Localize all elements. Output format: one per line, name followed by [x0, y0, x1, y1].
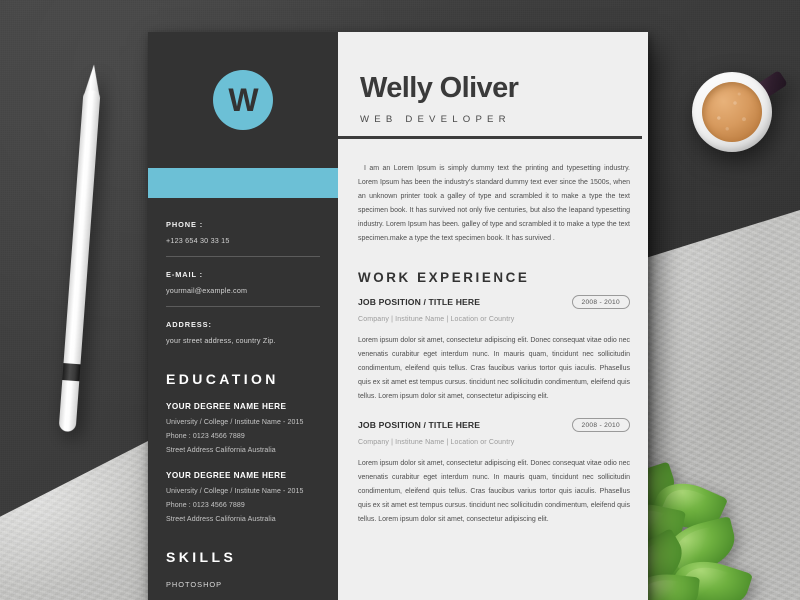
main-content: I am an Lorem Ipsum is simply dummy text…: [338, 139, 648, 543]
profile-paragraph: I am an Lorem Ipsum is simply dummy text…: [358, 165, 630, 242]
job-date-badge: 2008 - 2010: [571, 295, 630, 309]
name-header: Welly Oliver WEB DEVELOPER: [338, 32, 648, 136]
logo-monogram-circle: W: [213, 70, 273, 130]
education-entry: YOUR DEGREE NAME HERE University / Colle…: [166, 471, 320, 523]
coffee-liquid: [702, 82, 762, 142]
education-address: Street Address California Australia: [166, 447, 276, 454]
education-phone: Phone : 0123 4566 7889: [166, 502, 245, 509]
job-title: JOB POSITION / TITLE HERE: [358, 420, 481, 430]
education-address: Street Address California Australia: [166, 516, 276, 523]
coffee-cup-body: [692, 72, 772, 152]
job-header: JOB POSITION / TITLE HERE 2008 - 2010: [358, 418, 630, 432]
education-phone: Phone : 0123 4566 7889: [166, 433, 245, 440]
education-degree: YOUR DEGREE NAME HERE: [166, 402, 287, 411]
work-experience-entry: JOB POSITION / TITLE HERE 2008 - 2010 Co…: [358, 295, 630, 404]
contact-address: ADDRESS: your street address, country Zi…: [166, 320, 320, 345]
work-experience-heading: WORK EXPERIENCE: [358, 270, 530, 285]
skill-item: PHOTOSHOP: [166, 580, 223, 589]
contact-label: ADDRESS:: [166, 320, 212, 329]
job-header: JOB POSITION / TITLE HERE 2008 - 2010: [358, 295, 630, 309]
divider: [166, 306, 320, 307]
candidate-role: WEB DEVELOPER: [360, 114, 511, 125]
accent-band: [148, 168, 338, 198]
contact-email: E-MAIL : yourmail@example.com: [166, 270, 320, 307]
skills-heading: SKILLS: [166, 549, 237, 565]
resume-document: W PHONE : +123 654 30 33 15 E-MAIL : you…: [148, 32, 648, 600]
job-meta: Company | Institune Name | Location or C…: [358, 439, 515, 446]
divider: [166, 256, 320, 257]
contact-label: E-MAIL :: [166, 270, 204, 279]
job-description: Lorem ipsum dolor sit amet, consectetur …: [358, 337, 630, 400]
pencil-band: [62, 363, 81, 382]
education-heading: EDUCATION: [166, 371, 279, 387]
job-title: JOB POSITION / TITLE HERE: [358, 297, 481, 307]
contact-value: yourmail@example.com: [166, 286, 248, 295]
education-entry: YOUR DEGREE NAME HERE University / Colle…: [166, 402, 320, 454]
education-degree: YOUR DEGREE NAME HERE: [166, 471, 287, 480]
education-institute: University / College / Institute Name - …: [166, 488, 304, 495]
logo-letter: W: [228, 82, 258, 118]
job-meta: Company | Institune Name | Location or C…: [358, 316, 515, 323]
coffee-cup: [688, 64, 788, 160]
work-experience-entry: JOB POSITION / TITLE HERE 2008 - 2010 Co…: [358, 418, 630, 527]
concrete-panel-left: [0, 440, 150, 600]
job-date-badge: 2008 - 2010: [571, 418, 630, 432]
contact-value: your street address, country Zip.: [166, 336, 276, 345]
contact-label: PHONE :: [166, 220, 204, 229]
sidebar-content: PHONE : +123 654 30 33 15 E-MAIL : yourm…: [148, 198, 338, 589]
resume-main: Welly Oliver WEB DEVELOPER I am an Lorem…: [338, 32, 648, 600]
candidate-name: Welly Oliver: [360, 72, 519, 104]
contact-phone: PHONE : +123 654 30 33 15: [166, 220, 320, 257]
education-institute: University / College / Institute Name - …: [166, 419, 304, 426]
job-description: Lorem ipsum dolor sit amet, consectetur …: [358, 460, 630, 523]
logo-area: W: [148, 32, 338, 168]
contact-value: +123 654 30 33 15: [166, 236, 230, 245]
resume-sidebar: W PHONE : +123 654 30 33 15 E-MAIL : you…: [148, 32, 338, 600]
